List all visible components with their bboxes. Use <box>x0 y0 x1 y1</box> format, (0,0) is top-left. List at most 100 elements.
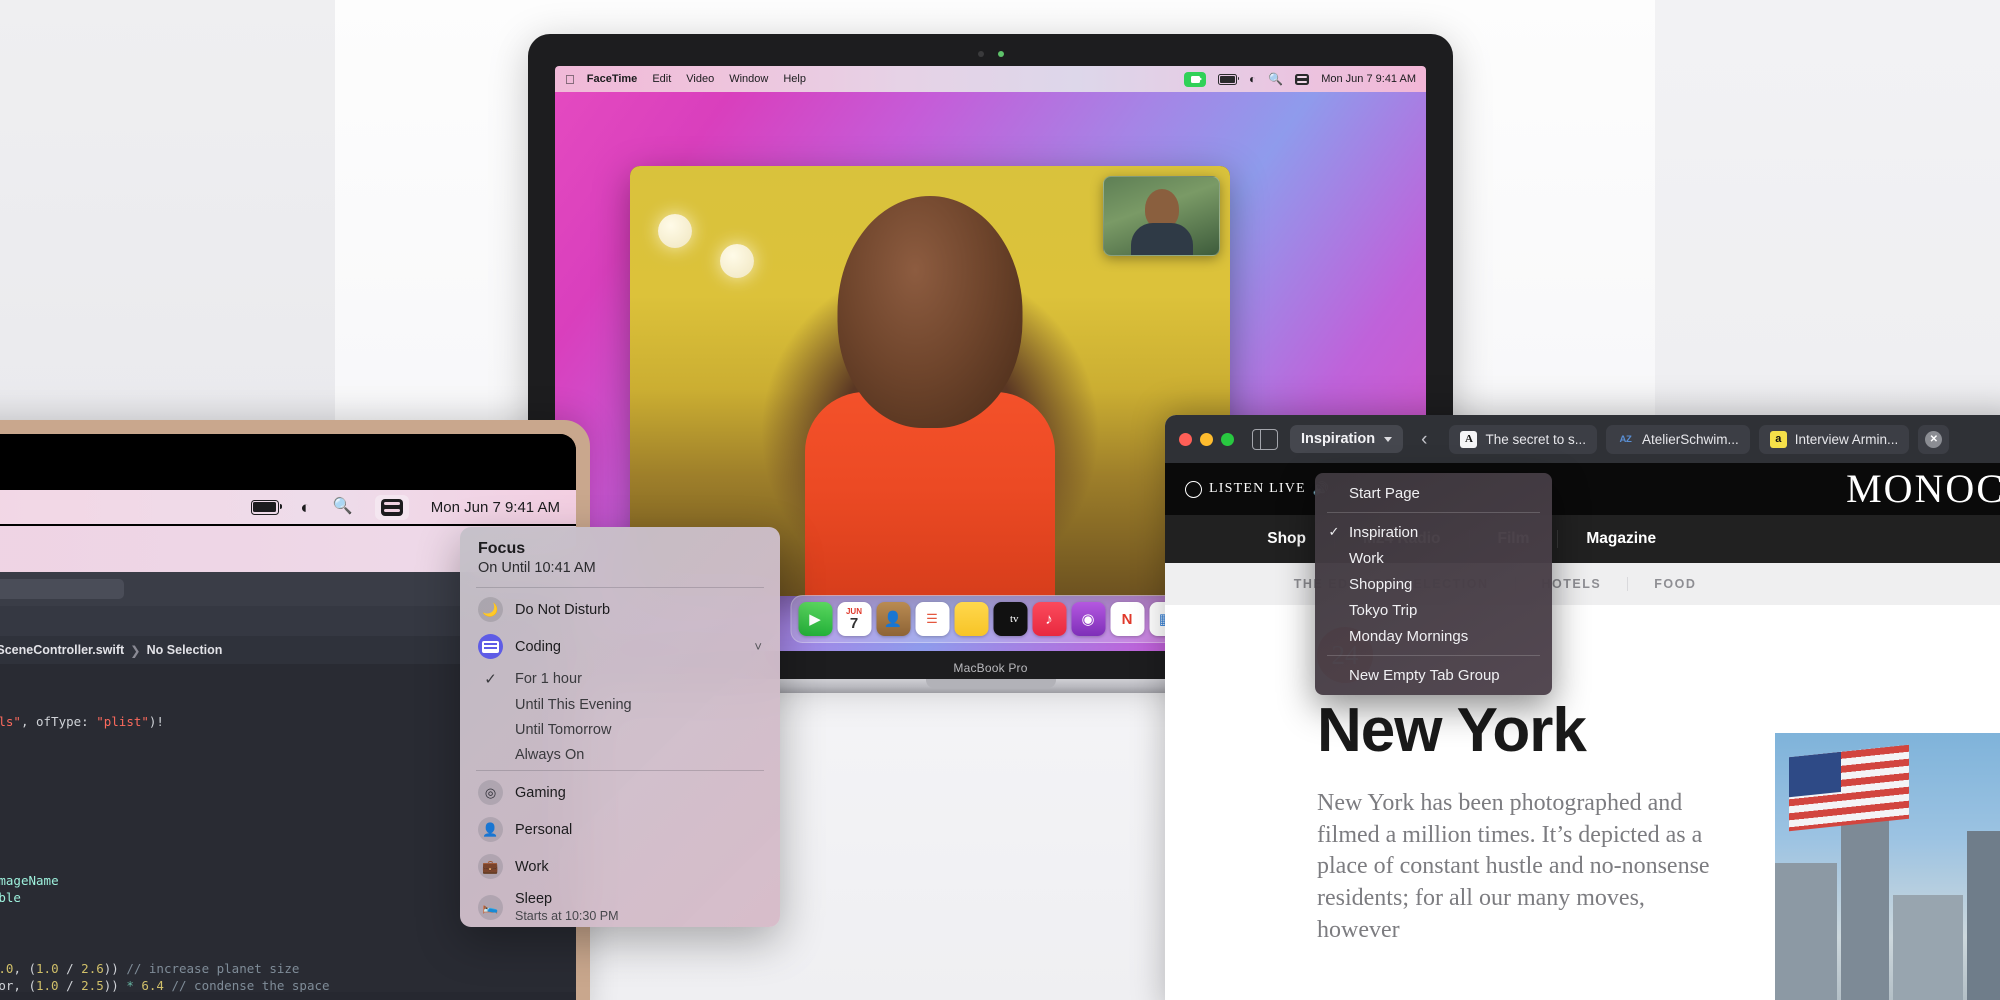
focus-duration-for-1-hour[interactable]: ✓ For 1 hour <box>460 665 780 692</box>
call-participant <box>805 196 1055 596</box>
search-icon[interactable]: 🔍 <box>1268 73 1283 85</box>
maximize-button[interactable] <box>1221 433 1234 446</box>
breadcrumb-file[interactable]: SceneController.swift <box>0 643 124 657</box>
tab-group-label: Inspiration <box>1301 431 1375 447</box>
safari-window: Inspiration ‹ A The secret to s... AZ At… <box>1165 415 2000 1000</box>
listen-live-link[interactable]: LISTEN LIVE 🔊 <box>1185 481 1330 498</box>
focus-menu-panel: Focus On Until 10:41 AM 🌙 Do Not Disturb… <box>460 527 780 927</box>
menubar-clock[interactable]: Mon Jun 7 9:41 AM <box>431 499 560 516</box>
menu-item-start-page[interactable]: Start Page <box>1315 480 1552 506</box>
battery-icon[interactable] <box>251 500 279 515</box>
appletv-icon[interactable]: tv <box>993 602 1027 636</box>
control-center-icon[interactable] <box>1295 74 1309 85</box>
gaming-icon: ◎ <box>478 780 503 805</box>
camera-active-icon[interactable] <box>1184 72 1206 87</box>
sidebar-toggle-icon[interactable] <box>1252 429 1278 450</box>
safari-tab-1[interactable]: A The secret to s... <box>1449 425 1597 454</box>
chevron-down-icon[interactable]: ˅ <box>754 639 762 654</box>
focus-mode-personal[interactable]: 👤 Personal <box>460 811 780 848</box>
code-token: "plist" <box>96 714 149 729</box>
divider <box>476 587 764 588</box>
menu-help[interactable]: Help <box>783 73 806 85</box>
focus-duration-always-on[interactable]: Always On <box>460 742 780 767</box>
focus-mode-work[interactable]: 💼 Work <box>460 848 780 885</box>
tab-group-button[interactable]: Inspiration <box>1290 425 1403 453</box>
focus-mode-label: Personal <box>515 822 572 838</box>
focus-title: Focus <box>478 540 762 558</box>
monocle-site-header: LISTEN LIVE 🔊 MONOC <box>1165 463 2000 515</box>
menu-window[interactable]: Window <box>729 73 768 85</box>
menu-item-monday-mornings[interactable]: Monday Mornings <box>1315 623 1552 649</box>
focus-mode-label: Coding <box>515 639 561 655</box>
search-icon[interactable]: 🔍 <box>333 499 353 515</box>
duration-label: Until Tomorrow <box>515 722 611 738</box>
notes-icon[interactable] <box>954 602 988 636</box>
control-center-icon[interactable] <box>375 495 409 520</box>
participant-head <box>838 196 1023 428</box>
self-view-thumbnail[interactable] <box>1103 176 1220 256</box>
code-token: )! <box>149 714 164 729</box>
focus-mode-label: Do Not Disturb <box>515 602 610 618</box>
contacts-icon[interactable]: 👤 <box>876 602 910 636</box>
code-token: 2.6 <box>81 961 104 976</box>
focus-duration-until-tomorrow[interactable]: Until Tomorrow <box>460 717 780 742</box>
subnav-food[interactable]: FOOD <box>1628 577 1722 591</box>
focus-mode-do-not-disturb[interactable]: 🌙 Do Not Disturb <box>460 591 780 628</box>
dock: ▶ JUN 7 👤 ☰ tv ♪ ◉ N ▦ <box>790 595 1191 643</box>
minimize-button[interactable] <box>1200 433 1213 446</box>
device-label: MacBook Pro <box>953 661 1027 675</box>
wifi-icon[interactable]: ◐ <box>1249 73 1256 85</box>
divider <box>1327 655 1540 656</box>
menu-facetime[interactable]: FaceTime <box>587 73 638 85</box>
menu-item-shopping[interactable]: Shopping <box>1315 571 1552 597</box>
focus-duration-until-this-evening[interactable]: Until This Evening <box>460 692 780 717</box>
code-token: // increase planet size <box>126 961 299 976</box>
reminders-icon[interactable]: ☰ <box>915 602 949 636</box>
code-token: ImageName <box>0 873 59 888</box>
menu-item-label: Shopping <box>1349 576 1412 593</box>
facetime-icon[interactable]: ▶ <box>798 602 832 636</box>
monocle-main-nav: Shop M24 Radio Film Magazine <box>1165 515 2000 563</box>
safari-tab-2[interactable]: AZ AtelierSchwim... <box>1606 425 1750 454</box>
code-token: , ofType: <box>21 714 96 729</box>
macbook-notch <box>926 679 1056 688</box>
menu-item-work[interactable]: Work <box>1315 545 1552 571</box>
menubar-clock[interactable]: Mon Jun 7 9:41 AM <box>1321 73 1416 85</box>
code-token: // condense the space <box>171 978 329 993</box>
safari-toolbar: Inspiration ‹ A The secret to s... AZ At… <box>1165 415 2000 463</box>
code-token: / <box>59 978 82 993</box>
breadcrumb-selection[interactable]: No Selection <box>147 643 223 657</box>
wifi-icon[interactable]: ◐ <box>301 499 311 516</box>
safari-tab-3[interactable]: a Interview Armin... <box>1759 425 1910 454</box>
nav-item-magazine[interactable]: Magazine <box>1558 530 1684 548</box>
battery-icon[interactable] <box>1218 74 1237 85</box>
briefcase-icon: 💼 <box>478 854 503 879</box>
safari-tab-4[interactable]: ✕ <box>1918 425 1949 454</box>
calendar-icon[interactable]: JUN 7 <box>837 602 871 636</box>
tab-group-dropdown-menu: Start Page ✓ Inspiration Work Shopping T… <box>1315 473 1552 695</box>
code-token: 2.5 <box>81 978 104 993</box>
focus-subtitle: On Until 10:41 AM <box>478 560 762 576</box>
favicon-anthropic-icon: A <box>1460 431 1477 448</box>
news-icon[interactable]: N <box>1110 602 1144 636</box>
site-logo[interactable]: MONOC <box>1846 469 2000 509</box>
apple-icon[interactable]:  <box>565 73 575 86</box>
focus-mode-coding[interactable]: Coding ˅ <box>460 628 780 665</box>
menu-item-inspiration[interactable]: ✓ Inspiration <box>1315 519 1552 545</box>
menu-item-new-empty-tab-group[interactable]: New Empty Tab Group <box>1315 662 1552 688</box>
menu-item-tokyo-trip[interactable]: Tokyo Trip <box>1315 597 1552 623</box>
code-token: * <box>126 978 141 993</box>
tab-title: AtelierSchwim... <box>1642 432 1739 447</box>
chevron-right-icon: ❯ <box>130 643 140 658</box>
xcode-status-bar <box>0 992 576 1000</box>
favicon-az-icon: AZ <box>1617 431 1634 448</box>
focus-mode-gaming[interactable]: ◎ Gaming <box>460 774 780 811</box>
menu-video[interactable]: Video <box>686 73 714 85</box>
close-button[interactable] <box>1179 433 1192 446</box>
podcasts-icon[interactable]: ◉ <box>1071 602 1105 636</box>
back-button[interactable]: ‹ <box>1415 430 1433 449</box>
menu-edit[interactable]: Edit <box>652 73 671 85</box>
music-icon[interactable]: ♪ <box>1032 602 1066 636</box>
menu-item-label: Inspiration <box>1349 524 1418 541</box>
focus-mode-sleep[interactable]: 🛌 Sleep Starts at 10:30 PM <box>460 885 780 926</box>
